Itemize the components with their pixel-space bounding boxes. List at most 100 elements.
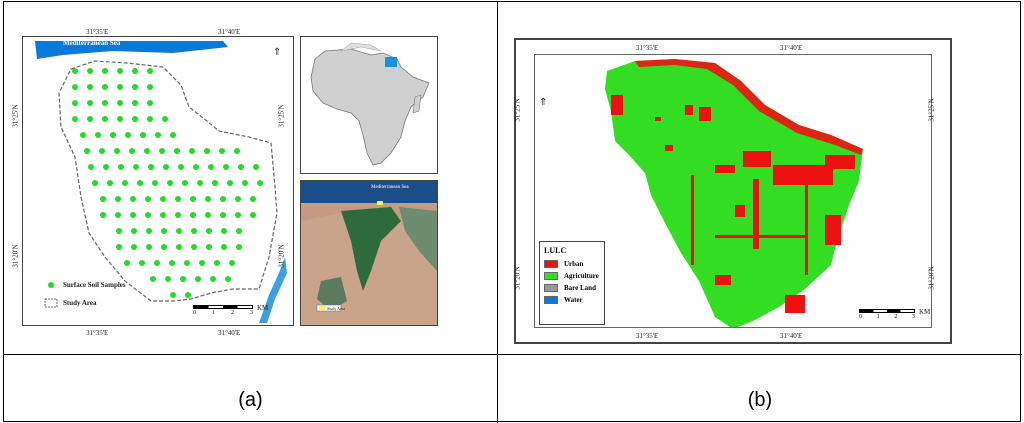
sample-point bbox=[148, 164, 154, 170]
legend-item-water: Water bbox=[544, 294, 600, 306]
sample-point bbox=[102, 84, 108, 90]
sample-point bbox=[147, 84, 153, 90]
sample-point bbox=[147, 116, 153, 122]
sample-point bbox=[160, 212, 166, 218]
urban-swatch bbox=[544, 260, 558, 268]
sample-point bbox=[227, 180, 233, 186]
right-lat-2-b: 31°20'N bbox=[927, 266, 936, 290]
sample-point bbox=[140, 132, 146, 138]
sample-point bbox=[214, 260, 220, 266]
sample-point bbox=[205, 212, 211, 218]
sample-point bbox=[130, 212, 136, 218]
sample-point bbox=[206, 244, 212, 250]
lulc-inner-frame: LULC Urban Agriculture Bare Land Water ⇑… bbox=[534, 54, 932, 328]
legend-study-area-label: Study Area bbox=[63, 299, 97, 307]
sample-point bbox=[161, 244, 167, 250]
sample-point bbox=[146, 244, 152, 250]
africa-svg bbox=[310, 42, 430, 166]
sample-point bbox=[132, 116, 138, 122]
inset-sea-label: Mediterranean Sea bbox=[371, 185, 409, 190]
lulc-map: LULC Urban Agriculture Bare Land Water ⇑… bbox=[514, 38, 952, 344]
sample-point bbox=[117, 116, 123, 122]
sample-point bbox=[100, 212, 106, 218]
sample-point bbox=[190, 212, 196, 218]
satellite-svg bbox=[301, 181, 437, 325]
caption-b: (b) bbox=[747, 388, 773, 411]
sample-point bbox=[189, 148, 195, 154]
sample-point bbox=[124, 260, 130, 266]
sample-point bbox=[146, 228, 152, 234]
figure-table: Mediterranean Sea Surface Soil Samples S… bbox=[3, 1, 1022, 423]
sample-point bbox=[221, 244, 227, 250]
sample-point bbox=[236, 244, 242, 250]
sample-point bbox=[204, 148, 210, 154]
sample-point bbox=[253, 164, 259, 170]
africa-inset bbox=[300, 36, 438, 174]
sample-point bbox=[72, 100, 78, 106]
scale-bar-a: 0 1 2 3 bbox=[193, 305, 253, 316]
sample-point bbox=[174, 148, 180, 154]
sample-point bbox=[236, 228, 242, 234]
sample-point bbox=[150, 276, 156, 282]
sample-point bbox=[102, 68, 108, 74]
sample-point bbox=[170, 292, 176, 298]
sample-point bbox=[205, 196, 211, 202]
sample-point bbox=[117, 84, 123, 90]
sea-label: Mediterranean Sea bbox=[63, 39, 121, 47]
sample-point bbox=[206, 228, 212, 234]
sample-point bbox=[159, 148, 165, 154]
sample-point bbox=[225, 276, 231, 282]
top-lon-2: 31°40'E bbox=[218, 28, 241, 36]
top-lon-2-b: 31°40'E bbox=[780, 44, 803, 52]
sample-point bbox=[220, 196, 226, 202]
left-lat-2-b: 31°20'N bbox=[513, 266, 522, 290]
sample-point bbox=[170, 132, 176, 138]
right-lat-2: 31°20'N bbox=[277, 244, 286, 268]
sample-point bbox=[87, 68, 93, 74]
legend-item-urban: Urban bbox=[544, 258, 600, 270]
sample-point bbox=[219, 148, 225, 154]
sample-point bbox=[154, 260, 160, 266]
sample-point bbox=[132, 100, 138, 106]
sample-point bbox=[80, 132, 86, 138]
sample-point bbox=[131, 228, 137, 234]
sample-point bbox=[195, 276, 201, 282]
scale-unit-b: KM bbox=[919, 308, 931, 316]
sample-point bbox=[102, 116, 108, 122]
sample-point bbox=[212, 180, 218, 186]
sample-point bbox=[197, 180, 203, 186]
legend-item-agriculture: Agriculture bbox=[544, 270, 600, 282]
sample-map: Mediterranean Sea Surface Soil Samples S… bbox=[22, 36, 294, 326]
sample-point bbox=[257, 180, 263, 186]
caption-cell-b: (b) bbox=[498, 355, 1022, 423]
sample-point bbox=[176, 244, 182, 250]
sample-point bbox=[131, 244, 137, 250]
sample-point bbox=[199, 260, 205, 266]
sample-point bbox=[132, 84, 138, 90]
sample-point bbox=[95, 132, 101, 138]
lulc-legend: LULC Urban Agriculture Bare Land Water bbox=[539, 241, 605, 325]
sample-point bbox=[175, 212, 181, 218]
sample-point bbox=[242, 180, 248, 186]
sample-point bbox=[72, 68, 78, 74]
sample-point bbox=[144, 148, 150, 154]
legend-area-symbol bbox=[44, 298, 58, 308]
north-arrow-icon: ⇑ bbox=[273, 47, 282, 58]
top-lon-1: 31°35'E bbox=[86, 28, 109, 36]
bottom-lon-1: 31°35'E bbox=[86, 329, 109, 337]
sample-point bbox=[160, 196, 166, 202]
sample-point bbox=[208, 164, 214, 170]
sample-point bbox=[221, 228, 227, 234]
sample-point bbox=[163, 164, 169, 170]
legend-dot-symbol bbox=[48, 282, 54, 288]
sample-point bbox=[220, 212, 226, 218]
sample-points-group bbox=[72, 68, 263, 298]
sample-point bbox=[84, 148, 90, 154]
sample-point bbox=[116, 244, 122, 250]
right-lat-1: 31°25'N bbox=[277, 104, 286, 128]
sample-point bbox=[155, 132, 161, 138]
bottom-lon-2: 31°40'E bbox=[218, 329, 241, 337]
sample-point bbox=[145, 196, 151, 202]
sample-point bbox=[185, 292, 191, 298]
sample-point bbox=[229, 260, 235, 266]
